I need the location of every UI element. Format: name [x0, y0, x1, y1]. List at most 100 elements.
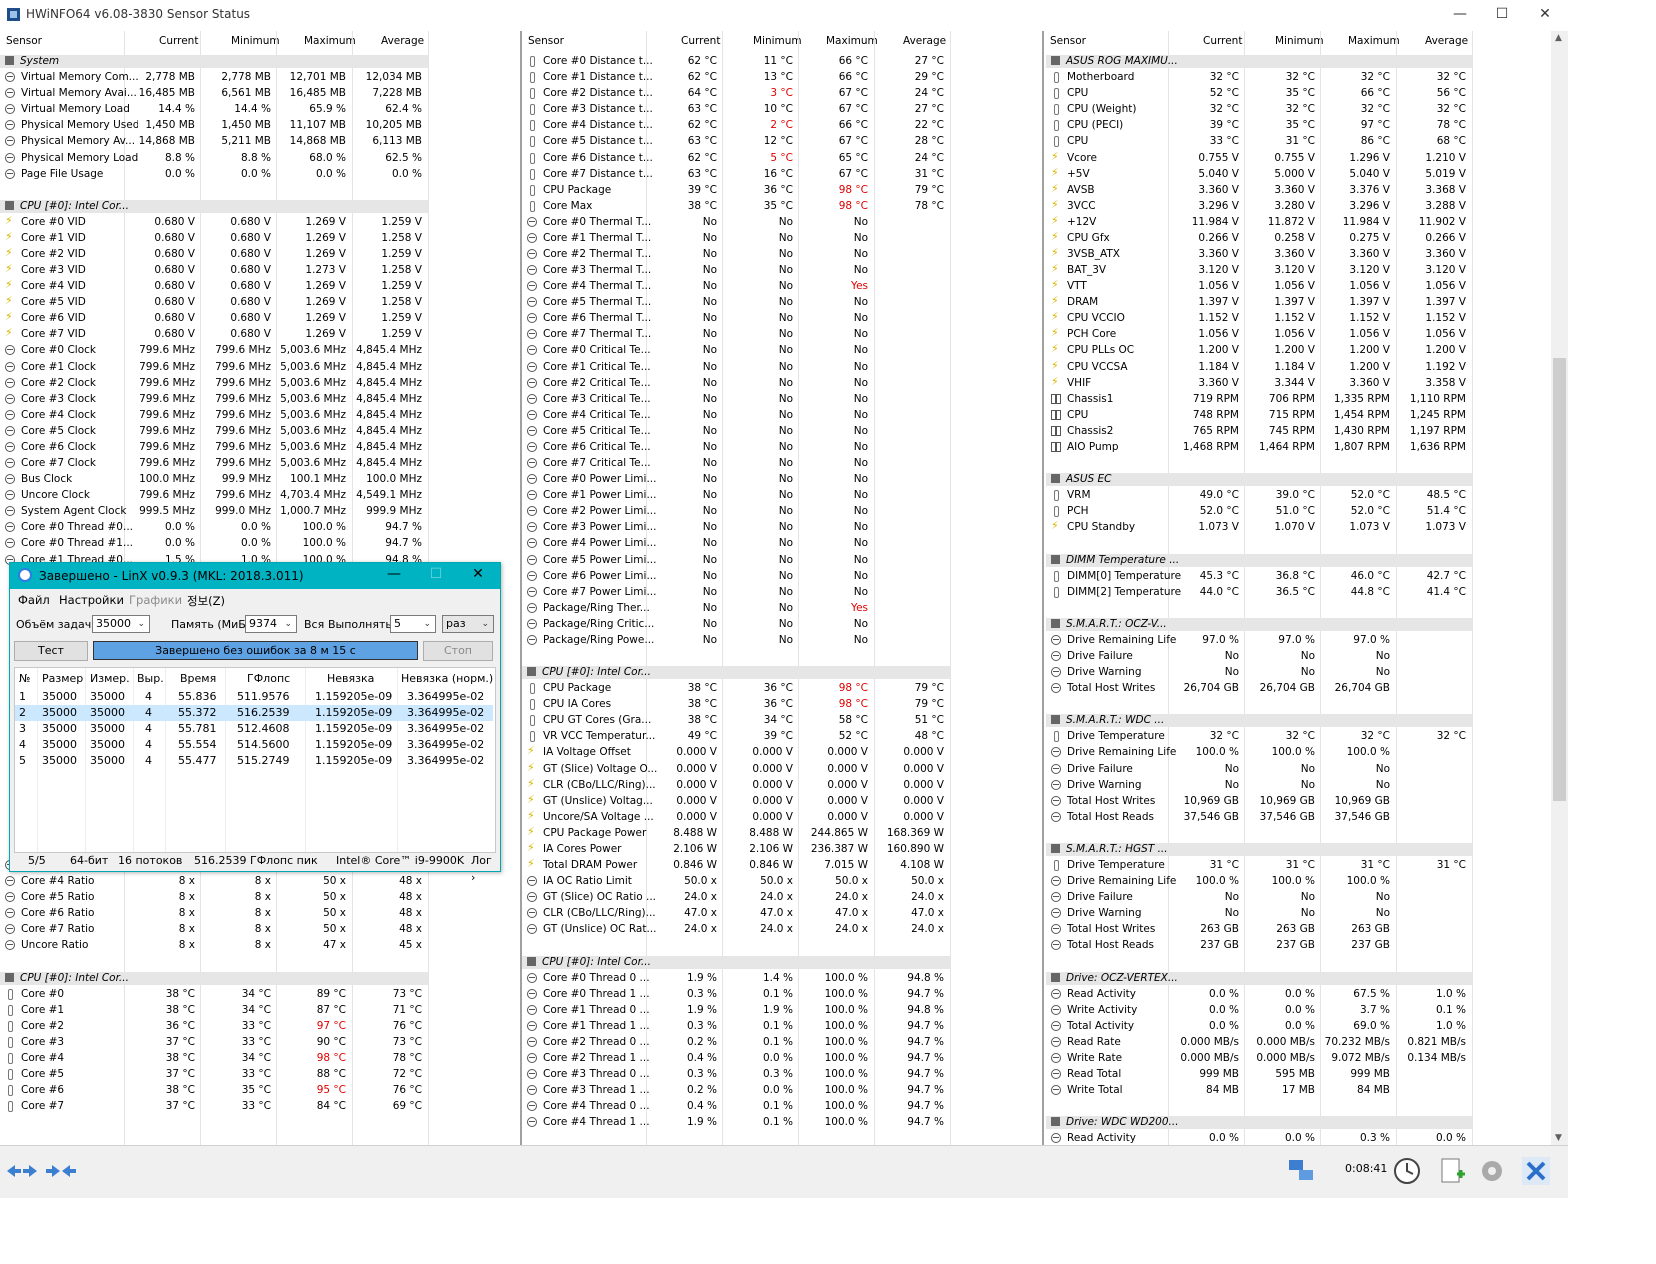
collapse-arrows-button[interactable] [44, 1156, 78, 1186]
sensor-group-row[interactable]: CPU [#0]: Intel Cor... [0, 198, 430, 214]
scrollbar-thumb[interactable] [1553, 358, 1566, 801]
sensor-row[interactable]: ⚡ VHIF 3.360 V 3.344 V 3.360 V 3.358 V [1046, 375, 1476, 391]
sensor-row[interactable]: ⚡ CPU PLLs OC 1.200 V 1.200 V 1.200 V 1.200 V [1046, 342, 1476, 358]
sensor-row[interactable]: Uncore Ratio 8 x8 x 47 x 45 x [0, 937, 430, 953]
maximize-button[interactable]: ☐ [1487, 4, 1517, 24]
sensor-row[interactable]: Core #1 Thread 1 ... 0.3 % 0.1 % 100.0 % 94.… [522, 1018, 952, 1034]
linx-minimize-button[interactable]: — [384, 566, 404, 582]
col-alignment[interactable]: Выр. [137, 672, 164, 685]
col-size[interactable]: Размер [42, 672, 83, 685]
sensor-row[interactable]: Core #5 Distance t... 63 °C 12 °C 67 °C 28 °… [522, 133, 952, 149]
header-sensor[interactable]: Sensor [6, 35, 42, 47]
sensor-row[interactable]: ⚡ CPU VCCSA 1.184 V 1.184 V 1.200 V 1.192 V [1046, 359, 1476, 375]
sensor-row[interactable]: ⚡ Core #7 VID 0.680 V 0.680 V 1.269 V 1.259 V [0, 326, 430, 342]
sensor-group-row[interactable]: ASUS ROG MAXIMU... [1046, 53, 1476, 69]
sensor-row[interactable]: Core #7 Critical Te... No No No [522, 455, 952, 471]
sensor-row[interactable]: Core #1 Critical Te... No No No [522, 359, 952, 375]
sensor-row[interactable]: CPU 33 °C 31 °C 86 °C 68 °C [1046, 133, 1476, 149]
sensor-row[interactable]: CPU (Weight) 32 °C 32 °C 32 °C 32 °C [1046, 101, 1476, 117]
sensor-row[interactable]: Core #0 Thread #0... 0.0 % 0.0 % 100.0 % 94.… [0, 519, 430, 535]
sensor-group-row[interactable]: Drive: OCZ-VERTEX... [1046, 970, 1476, 986]
sensor-row[interactable]: Core #2 Critical Te... No No No [522, 375, 952, 391]
sensor-row[interactable]: Core #2 Power Limi... No No No [522, 503, 952, 519]
table-row[interactable]: 1 35000 35000 4 55.836 511.9576 1.159205e-09 3.… [15, 689, 493, 705]
table-row[interactable]: 5 35000 35000 4 55.477 515.2749 1.159205e-09 3.… [15, 753, 493, 769]
sensor-row[interactable]: Core #7 Distance t... 63 °C 16 °C 67 °C 31 °… [522, 166, 952, 182]
sensor-row[interactable]: CPU Package 39 °C 36 °C 98 °C 79 °C [522, 182, 952, 198]
sensor-row[interactable]: Drive Remaining Life 100.0 % 100.0 % 100.0 … [1046, 744, 1476, 760]
sensor-row[interactable]: CPU 52 °C 35 °C 66 °C 56 °C [1046, 85, 1476, 101]
sensor-row[interactable]: Core #7 Thermal T... No No No [522, 326, 952, 342]
header-minimum[interactable]: Minimum [1275, 35, 1324, 47]
linx-close-button[interactable]: ✕ [468, 566, 488, 582]
sensor-row[interactable]: CPU Package 38 °C 36 °C 98 °C 79 °C [522, 680, 952, 696]
sensor-row[interactable]: Core #3 Critical Te... No No No [522, 391, 952, 407]
header-maximum[interactable]: Maximum [304, 35, 356, 47]
sensor-row[interactable]: ⚡ CPU Gfx 0.266 V 0.258 V 0.275 V 0.266 V [1046, 230, 1476, 246]
header-minimum[interactable]: Minimum [231, 35, 280, 47]
header-maximum[interactable]: Maximum [826, 35, 878, 47]
vertical-scrollbar[interactable]: ▲ ▼ [1551, 31, 1568, 1145]
sensor-row[interactable]: ⚡ GT (Unslice) Voltag... 0.000 V 0.000 V 0.0… [522, 793, 952, 809]
sensor-group-row[interactable]: Drive: WDC WD200... [1046, 1114, 1476, 1130]
col-time[interactable]: Время [180, 672, 216, 685]
sensor-row[interactable]: Total Host Reads 37,546 GB 37,546 GB 37,546… [1046, 809, 1476, 825]
sensor-row[interactable]: ⚡ DRAM 1.397 V 1.397 V 1.397 V 1.397 V [1046, 294, 1476, 310]
sensor-row[interactable]: Core #4 Thread 1 ... 1.9 % 0.1 % 100.0 % 94.… [522, 1114, 952, 1130]
sensor-row[interactable]: Core #4 Power Limi... No No No [522, 535, 952, 551]
sensor-row[interactable]: ⚡ Vcore 0.755 V 0.755 V 1.296 V 1.210 V [1046, 150, 1476, 166]
sensor-row[interactable]: Total Host Writes 263 GB 263 GB 263 GB [1046, 921, 1476, 937]
sensor-row[interactable]: GT (Slice) OC Ratio ... 24.0 x 24.0 x 24.0 … [522, 889, 952, 905]
sensor-row[interactable]: Package/Ring Critic... No No No [522, 616, 952, 632]
sensor-row[interactable]: Core #1 Power Limi... No No No [522, 487, 952, 503]
sensor-row[interactable]: DIMM[2] Temperature 44.0 °C 36.5 °C 44.8 °C… [1046, 584, 1476, 600]
clock-button[interactable] [1392, 1156, 1422, 1186]
sensor-row[interactable]: ⚡ Total DRAM Power 0.846 W 0.846 W 7.015 W 4.… [522, 857, 952, 873]
sensor-row[interactable]: Package/Ring Ther... No No Yes [522, 600, 952, 616]
sensor-row[interactable]: Core #6 Ratio 8 x8 x 50 x 48 x [0, 905, 430, 921]
sensor-row[interactable]: Core #6 38 °C 35 °C 95 °C 76 °C [0, 1082, 430, 1098]
header-maximum[interactable]: Maximum [1348, 35, 1400, 47]
sensor-row[interactable]: Core #7 Clock 799.6 MHz 799.6 MHz 5,003.6 M… [0, 455, 430, 471]
sensor-row[interactable]: ⚡ Core #2 VID 0.680 V 0.680 V 1.269 V 1.259 V [0, 246, 430, 262]
sensor-row[interactable]: ⚡ 3VSB_ATX 3.360 V 3.360 V 3.360 V 3.360 V [1046, 246, 1476, 262]
sensor-row[interactable]: ⚡ CPU VCCIO 1.152 V 1.152 V 1.152 V 1.152 V [1046, 310, 1476, 326]
sensor-row[interactable]: Core #5 Ratio 8 x8 x 50 x 48 x [0, 889, 430, 905]
sensor-row[interactable]: Core #1 38 °C 34 °C 87 °C 71 °C [0, 1002, 430, 1018]
all-memory-label[interactable]: Вся [304, 618, 324, 631]
exit-button[interactable] [1521, 1156, 1551, 1186]
sensor-group-row[interactable]: S.M.A.R.T.: OCZ-V... [1046, 616, 1476, 632]
sensor-row[interactable]: ⚡ AVSB 3.360 V 3.360 V 3.376 V 3.368 V [1046, 182, 1476, 198]
header-sensor[interactable]: Sensor [1050, 35, 1086, 47]
sensor-row[interactable]: Virtual Memory Load 14.4 % 14.4 % 65.9 % 62.… [0, 101, 430, 117]
sensor-row[interactable]: Core #0 Clock 799.6 MHz 799.6 MHz 5,003.6 M… [0, 342, 430, 358]
header-average[interactable]: Average [1425, 35, 1468, 47]
sensor-row[interactable]: Drive Temperature 31 °C 31 °C 31 °C 31 °C [1046, 857, 1476, 873]
sensor-row[interactable]: Total Host Reads 237 GB 237 GB 237 GB [1046, 937, 1476, 953]
sensor-row[interactable]: IA OC Ratio Limit 50.0 x 50.0 x 50.0 x 50.0 … [522, 873, 952, 889]
sensor-row[interactable]: Core #2 36 °C 33 °C 97 °C 76 °C [0, 1018, 430, 1034]
sensor-row[interactable]: Chassis2 765 RPM 745 RPM 1,430 RPM 1,197 RPM [1046, 423, 1476, 439]
sensor-row[interactable]: CPU 748 RPM 715 RPM 1,454 RPM 1,245 RPM [1046, 407, 1476, 423]
scroll-down-icon[interactable]: ▼ [1555, 1133, 1562, 1143]
sensor-row[interactable]: PCH 52.0 °C 51.0 °C 52.0 °C 51.4 °C [1046, 503, 1476, 519]
sensor-row[interactable]: Core #3 37 °C 33 °C 90 °C 73 °C [0, 1034, 430, 1050]
sensor-row[interactable]: Drive Warning No No No [1046, 664, 1476, 680]
sensor-row[interactable]: Total Host Writes 10,969 GB 10,969 GB 10,96… [1046, 793, 1476, 809]
header-current[interactable]: Current [159, 35, 198, 47]
sensor-row[interactable]: Total Activity 0.0 % 0.0 % 69.0 % 1.0 % [1046, 1018, 1476, 1034]
sensor-row[interactable]: Core #1 Thermal T... No No No [522, 230, 952, 246]
sensor-row[interactable]: Core #4 38 °C 34 °C 98 °C 78 °C [0, 1050, 430, 1066]
sensor-row[interactable]: CPU IA Cores 38 °C 36 °C 98 °C 79 °C [522, 696, 952, 712]
sensor-row[interactable]: Drive Failure No No No [1046, 761, 1476, 777]
sensor-row[interactable]: ⚡ IA Cores Power 2.106 W 2.106 W 236.387 W 16… [522, 841, 952, 857]
sensor-row[interactable]: ⚡ +12V 11.984 V 11.872 V 11.984 V 11.902 V [1046, 214, 1476, 230]
sensor-row[interactable]: Chassis1 719 RPM 706 RPM 1,335 RPM 1,110 RPM [1046, 391, 1476, 407]
minimize-button[interactable]: — [1445, 4, 1475, 24]
sensor-row[interactable]: Package/Ring Powe... No No No [522, 632, 952, 648]
sensor-row[interactable]: Core #5 Thermal T... No No No [522, 294, 952, 310]
sensor-row[interactable]: Drive Temperature 32 °C 32 °C 32 °C 32 °C [1046, 728, 1476, 744]
sensor-row[interactable]: Core #7 37 °C 33 °C 84 °C 69 °C [0, 1098, 430, 1114]
navigate-arrows-button[interactable] [5, 1156, 39, 1186]
sensor-row[interactable]: VRM 49.0 °C 39.0 °C 52.0 °C 48.5 °C [1046, 487, 1476, 503]
